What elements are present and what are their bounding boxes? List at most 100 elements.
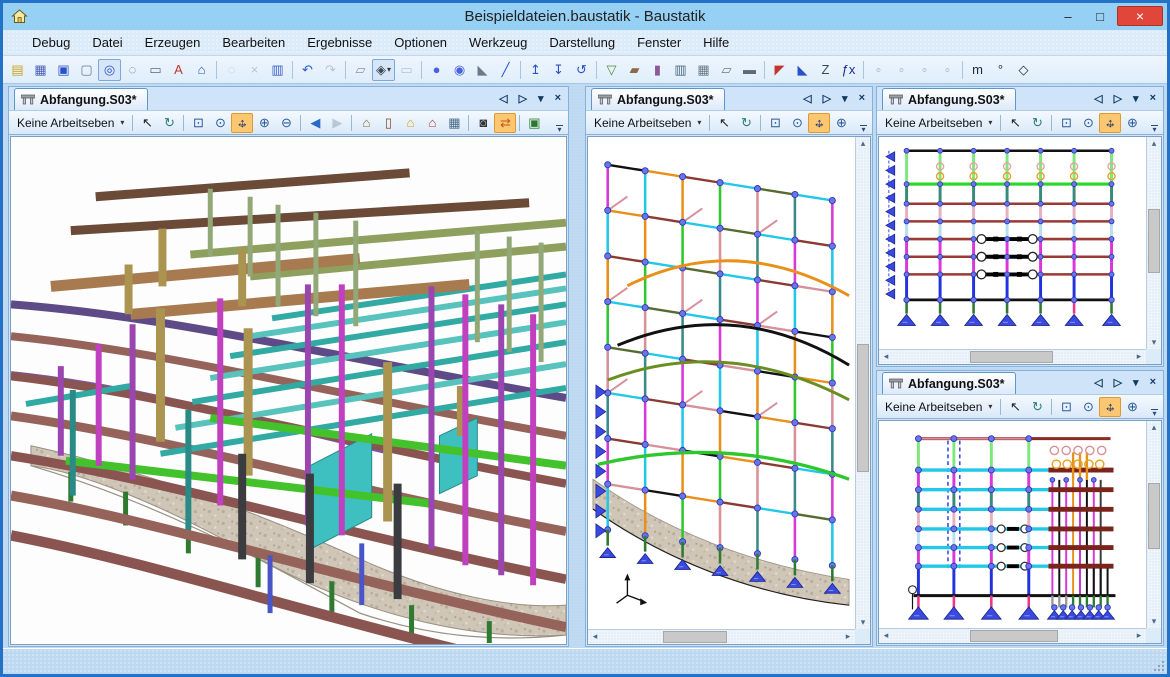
select-cursor-icon[interactable]: ↖ [713,113,735,133]
copy-icon[interactable]: ▥ [266,59,289,81]
save-view-icon[interactable]: ▣ [523,113,545,133]
undo-icon[interactable]: ↶ [296,59,319,81]
measure-angle-icon[interactable]: ° [989,59,1012,81]
workplane-selector[interactable]: Keine Arbeitseben ▾ [880,398,997,416]
create-beam-icon[interactable]: ▰ [623,59,646,81]
resize-grip-icon[interactable] [1152,659,1164,671]
snapshot-camera-icon[interactable]: ◙ [472,113,494,133]
horizontal-scrollbar[interactable]: ◂ ▸ [588,629,855,644]
create-wall-icon[interactable]: ▥ [669,59,692,81]
menu-datei[interactable]: Datei [81,32,133,53]
new-file-icon[interactable]: ▤ [6,59,29,81]
scrollbar-thumb[interactable] [857,344,869,472]
model-elevation-b[interactable] [879,421,1146,628]
menu-debug[interactable]: Debug [21,32,81,53]
maximize-button[interactable]: □ [1085,6,1115,26]
open-file-icon[interactable]: ▦ [29,59,52,81]
vertical-scrollbar[interactable]: ▴ ▾ [855,137,870,629]
print-preview-icon[interactable]: ◎ [98,59,121,81]
toolbar-overflow-button[interactable]: ▾ [553,125,566,132]
zoom-window-icon[interactable]: ⊡ [187,113,209,133]
scrollbar-thumb[interactable] [970,630,1058,642]
select-member-icon[interactable]: ◣ [471,59,494,81]
menu-optionen[interactable]: Optionen [383,32,458,53]
support-node-icon[interactable]: ↥ [524,59,547,81]
new-window-icon[interactable]: ▱ [349,59,372,81]
draw-member-icon[interactable]: ╱ [494,59,517,81]
model-elevation-a[interactable] [879,137,1146,349]
zoom-window-icon[interactable]: ⊡ [1055,113,1077,133]
zoom-in-icon[interactable]: ⊕ [830,113,852,133]
load-trapezoidal-icon[interactable]: ◣ [791,59,814,81]
model-3d-wireframe[interactable] [588,137,855,629]
create-opening-icon[interactable]: ▱ [715,59,738,81]
vertical-scrollbar[interactable]: ▴ ▾ [1146,421,1161,628]
vertical-scrollbar[interactable]: ▴ ▾ [1146,137,1161,349]
create-column-icon[interactable]: ▮ [646,59,669,81]
toolbar-overflow-button[interactable]: ▾ [1148,409,1161,416]
close-pane-icon[interactable]: × [1150,92,1156,105]
display-options-icon[interactable]: ⇄ [494,113,516,133]
zoom-window-icon[interactable]: ⊡ [1055,397,1077,417]
select-cursor-icon[interactable]: ↖ [136,113,158,133]
menu-werkzeug[interactable]: Werkzeug [458,32,538,53]
orbit-rotate-icon[interactable]: ↻ [1026,397,1048,417]
next-tab-icon[interactable]: ▷ [519,92,527,105]
toolbar-overflow-button[interactable]: ▾ [857,125,870,132]
next-tab-icon[interactable]: ▷ [1114,92,1122,105]
measure-coordinates-icon[interactable]: ◇ [1012,59,1035,81]
document-tab[interactable]: Abfangung.S03* [14,88,148,110]
menu-ergebnisse[interactable]: Ergebnisse [296,32,383,53]
menu-darstellung[interactable]: Darstellung [538,32,626,53]
create-foundation-icon[interactable]: ▬ [738,59,761,81]
orbit-rotate-icon[interactable]: ↻ [158,113,180,133]
export-pdf-icon[interactable]: A [167,59,190,81]
toolbar-overflow-button[interactable]: ▾ [1148,125,1161,132]
page-zoom-icon[interactable]: ◌ [121,59,144,81]
support-vertical-icon[interactable]: ↧ [547,59,570,81]
pan-icon[interactable]: ↔↕ [808,113,830,133]
next-tab-icon[interactable]: ▷ [1114,376,1122,389]
workplane-selector[interactable]: Keine Arbeitseben ▾ [880,114,997,132]
zoom-out-icon[interactable]: ⊖ [275,113,297,133]
view-section-icon[interactable]: ▯ [377,113,399,133]
pan-icon[interactable]: ↔↕ [231,113,253,133]
select-cursor-icon[interactable]: ↖ [1004,113,1026,133]
pan-icon[interactable]: ↔↕ [1099,397,1121,417]
scrollbar-thumb[interactable] [663,631,727,643]
previous-tab-icon[interactable]: ◁ [1094,376,1102,389]
previous-tab-icon[interactable]: ◁ [499,92,507,105]
zoom-dynamic-icon[interactable]: ⊙ [209,113,231,133]
pan-icon[interactable]: ↔↕ [1099,113,1121,133]
close-pane-icon[interactable]: × [1150,376,1156,389]
create-slab-icon[interactable]: ▦ [692,59,715,81]
scrollbar-thumb[interactable] [1148,483,1160,549]
tab-list-icon[interactable]: ▾ [1133,92,1139,105]
tab-list-icon[interactable]: ▾ [1133,376,1139,389]
select-cursor-icon[interactable]: ↖ [1004,397,1026,417]
close-pane-icon[interactable]: × [859,92,865,105]
view-home-icon[interactable]: ⌂ [399,113,421,133]
save-file-icon[interactable]: ▣ [52,59,75,81]
workplane-selector[interactable]: Keine Arbeitseben ▾ [589,114,706,132]
zoom-dynamic-icon[interactable]: ⊙ [786,113,808,133]
horizontal-scrollbar[interactable]: ◂ ▸ [879,349,1146,364]
tab-list-icon[interactable]: ▾ [842,92,848,105]
menu-bearbeiten[interactable]: Bearbeiten [211,32,296,53]
zoom-dynamic-icon[interactable]: ⊙ [1077,113,1099,133]
zoom-in-icon[interactable]: ⊕ [1121,397,1143,417]
document-tab[interactable]: Abfangung.S03* [882,372,1016,394]
view-previous-icon[interactable]: ◀ [304,113,326,133]
zoom-dynamic-icon[interactable]: ⊙ [1077,397,1099,417]
load-distributed-icon[interactable]: ◤ [768,59,791,81]
horizontal-scrollbar[interactable]: ◂ ▸ [879,628,1146,643]
menu-erzeugen[interactable]: Erzeugen [134,32,212,53]
zoom-in-icon[interactable]: ⊕ [1121,113,1143,133]
save-copy-icon[interactable]: ▢ [75,59,98,81]
zoom-window-icon[interactable]: ⊡ [764,113,786,133]
scrollbar-thumb[interactable] [1148,209,1160,273]
close-pane-icon[interactable]: × [555,92,561,105]
scrollbar-thumb[interactable] [970,351,1053,363]
workplane-selector[interactable]: Keine Arbeitseben ▾ [12,114,129,132]
support-rotation-icon[interactable]: ↺ [570,59,593,81]
